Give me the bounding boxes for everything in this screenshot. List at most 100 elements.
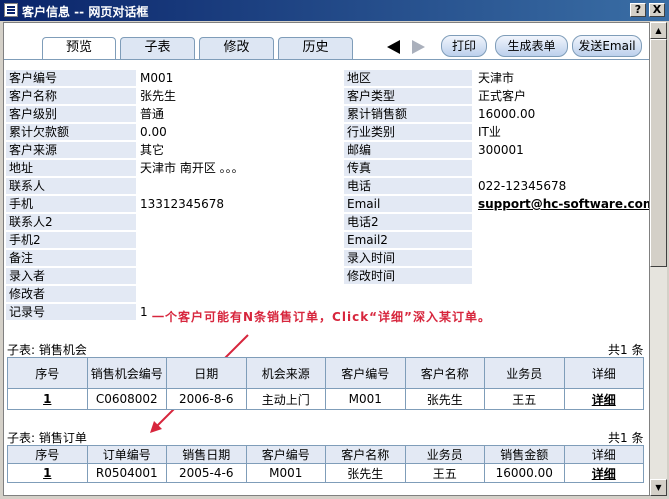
tab-edit[interactable]: 修改 xyxy=(199,37,274,59)
column-header: 销售日期 xyxy=(166,445,247,464)
table-cell: 16000.00 xyxy=(484,463,565,483)
column-header: 日期 xyxy=(166,357,247,389)
next-record-arrow-icon[interactable] xyxy=(412,40,425,54)
previous-record-arrow-icon[interactable] xyxy=(387,40,400,54)
scroll-down-icon[interactable]: ▼ xyxy=(650,479,667,496)
left-field-value: 普通 xyxy=(140,107,165,121)
column-header: 详细 xyxy=(563,357,644,389)
column-header: 销售金额 xyxy=(484,445,565,464)
column-header: 序号 xyxy=(7,357,88,389)
column-header: 销售机会编号 xyxy=(86,357,167,389)
column-header: 业务员 xyxy=(404,445,485,464)
right-field-label: 传真 xyxy=(344,160,472,176)
tab-subtable[interactable]: 子表 xyxy=(120,37,195,59)
right-field-value: 022-12345678 xyxy=(478,179,567,193)
left-field-value: 天津市 南开区 。。。 xyxy=(140,161,244,175)
send-email-button[interactable]: 发送Email xyxy=(572,35,642,57)
scroll-up-icon[interactable]: ▲ xyxy=(650,22,667,39)
left-field-value: 13312345678 xyxy=(140,197,224,211)
table-cell: 主动上门 xyxy=(245,388,326,410)
left-field-value: M001 xyxy=(140,71,174,85)
table-cell: R0504001 xyxy=(86,463,167,483)
table-cell: 王五 xyxy=(404,463,485,483)
column-header: 客户编号 xyxy=(325,357,406,389)
help-button[interactable]: ? xyxy=(630,3,646,17)
tab-preview[interactable]: 预览 xyxy=(42,37,116,60)
right-field-value[interactable]: support@hc-software.com xyxy=(478,196,649,212)
column-header: 客户名称 xyxy=(325,445,406,464)
table-cell: M001 xyxy=(325,388,406,410)
window-icon xyxy=(4,3,18,17)
right-field-value: 300001 xyxy=(478,143,524,157)
right-field-label: 累计销售额 xyxy=(344,106,472,122)
orders-title: 子表: 销售订单 xyxy=(7,431,87,445)
orders-count: 共1 条 xyxy=(608,431,644,445)
right-field-label: 修改时间 xyxy=(344,268,472,284)
table-header-row: 序号 订单编号 销售日期 客户编号 客户名称 业务员 销售金额 详细 xyxy=(7,445,644,464)
right-field-value: 天津市 xyxy=(478,71,515,85)
table-cell: 2005-4-6 xyxy=(166,463,247,483)
vertical-scrollbar[interactable]: ▲ ▼ xyxy=(650,22,667,496)
left-field-label: 客户级别 xyxy=(6,106,136,122)
detail-link[interactable]: 详细 xyxy=(563,463,644,483)
left-field-label: 手机 xyxy=(6,196,136,212)
column-header: 业务员 xyxy=(484,357,565,389)
row-number-link[interactable]: 1 xyxy=(7,463,88,483)
orders-table: 序号 订单编号 销售日期 客户编号 客户名称 业务员 销售金额 详细 1 R0504001 200… xyxy=(7,445,644,483)
right-field-label: 电话2 xyxy=(344,214,472,230)
column-header: 详细 xyxy=(563,445,644,464)
tab-divider xyxy=(4,59,649,60)
column-header: 客户名称 xyxy=(404,357,485,389)
opportunities-title: 子表: 销售机会 xyxy=(7,343,87,357)
right-field-label: 电话 xyxy=(344,178,472,194)
column-header: 订单编号 xyxy=(86,445,167,464)
right-field-label: 录入时间 xyxy=(344,250,472,266)
right-field-label: 客户类型 xyxy=(344,88,472,104)
right-field-label: Email2 xyxy=(344,232,472,248)
table-cell: 张先生 xyxy=(325,463,406,483)
opportunities-table: 序号 销售机会编号 日期 机会来源 客户编号 客户名称 业务员 详细 1 C0608002 200… xyxy=(7,357,644,410)
table-cell: 王五 xyxy=(484,388,565,410)
table-cell: 2006-8-6 xyxy=(166,388,247,410)
left-field-label: 手机2 xyxy=(6,232,136,248)
opportunities-count: 共1 条 xyxy=(608,343,644,357)
generate-form-button[interactable]: 生成表单 xyxy=(495,35,568,57)
column-header: 机会来源 xyxy=(245,357,326,389)
right-field-label: 邮编 xyxy=(344,142,472,158)
left-field-label: 备注 xyxy=(6,250,136,266)
left-field-label: 客户名称 xyxy=(6,88,136,104)
scroll-thumb[interactable] xyxy=(650,39,667,267)
left-field-label: 录入者 xyxy=(6,268,136,284)
row-number-link[interactable]: 1 xyxy=(7,388,88,410)
dialog-content: 预览 子表 修改 历史 打印 生成表单 发送Email 客户编号 M001 客户名称… xyxy=(3,22,650,496)
left-field-label: 客户编号 xyxy=(6,70,136,86)
right-field-label: 行业类别 xyxy=(344,124,472,140)
left-field-label: 地址 xyxy=(6,160,136,176)
tab-history[interactable]: 历史 xyxy=(278,37,353,59)
left-field-value: 1 xyxy=(140,305,148,319)
left-field-value: 张先生 xyxy=(140,89,177,103)
right-field-value: 16000.00 xyxy=(478,107,536,121)
left-field-label: 联系人 xyxy=(6,178,136,194)
left-field-value: 其它 xyxy=(140,143,165,157)
close-button[interactable]: X xyxy=(649,3,665,17)
left-field-label: 记录号 xyxy=(6,304,136,320)
right-field-value: IT业 xyxy=(478,125,501,139)
left-field-label: 客户来源 xyxy=(6,142,136,158)
detail-link[interactable]: 详细 xyxy=(563,388,644,410)
title-bar: 客户信息 -- 网页对话框 ? X xyxy=(0,0,669,21)
window-title: 客户信息 -- 网页对话框 xyxy=(22,5,149,19)
table-row: 1 R0504001 2005-4-6 M001 张先生 王五 16000.00 详细 xyxy=(7,463,644,483)
left-field-value: 0.00 xyxy=(140,125,167,139)
annotation-note: 一个客户可能有N条销售订单，Click“详细”深入某订单。 xyxy=(152,310,491,324)
left-field-label: 联系人2 xyxy=(6,214,136,230)
print-button[interactable]: 打印 xyxy=(441,35,487,57)
right-field-label: 地区 xyxy=(344,70,472,86)
right-field-label: Email xyxy=(344,196,472,212)
table-cell: M001 xyxy=(245,463,326,483)
column-header: 客户编号 xyxy=(245,445,326,464)
table-cell: C0608002 xyxy=(86,388,167,410)
table-row: 1 C0608002 2006-8-6 主动上门 M001 张先生 王五 详细 xyxy=(7,388,644,410)
right-field-value: 正式客户 xyxy=(478,89,527,103)
column-header: 序号 xyxy=(7,445,88,464)
